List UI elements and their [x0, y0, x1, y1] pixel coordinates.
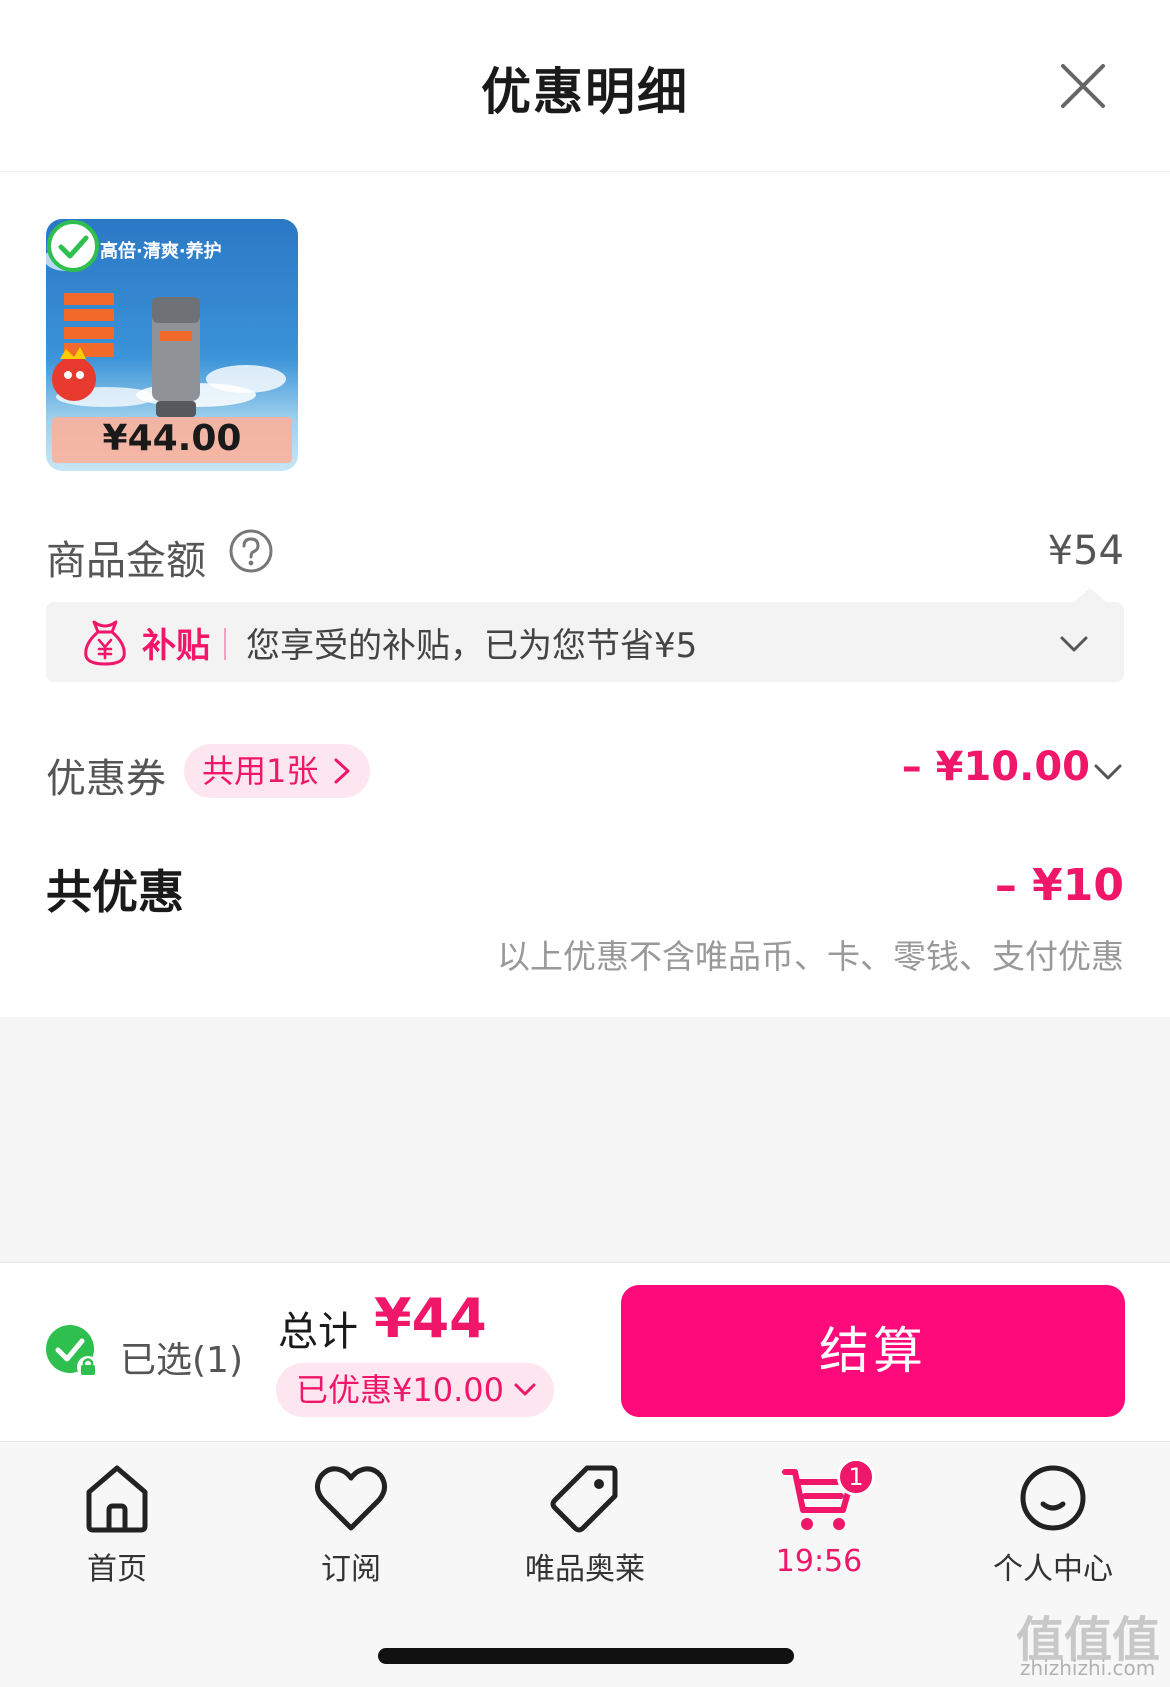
goods-amount-row: 商品金额 ¥54	[46, 524, 1124, 584]
subsidy-notch	[1074, 588, 1106, 602]
product-thumbnail[interactable]: 高倍·清爽·养护 ¥44.00	[46, 219, 298, 471]
goods-amount-value: ¥54	[1047, 528, 1124, 574]
chevron-down-icon[interactable]	[1092, 756, 1124, 788]
total-discount-value: – ¥10	[994, 860, 1124, 911]
tab-subscribe[interactable]: 订阅	[261, 1460, 441, 1590]
coupon-count-text: 共用1张	[202, 752, 319, 790]
tab-label: 首页	[87, 1552, 147, 1587]
empty-area	[0, 1017, 1170, 1262]
money-bag-icon	[84, 620, 126, 666]
subsidy-panel[interactable]: 补贴 您享受的补贴，已为您节省¥5	[46, 588, 1124, 682]
selected-count: 已选(1)	[120, 1340, 243, 1381]
close-icon[interactable]	[1055, 58, 1111, 114]
cart-badge: 1	[837, 1458, 875, 1496]
tab-outlet[interactable]: 唯品奥莱	[495, 1460, 675, 1590]
sheet-header: 优惠明细	[0, 0, 1170, 172]
discount-note: 以上优惠不含唯品币、卡、零钱、支付优惠	[497, 937, 1124, 976]
selected-lock-icon[interactable]	[44, 1323, 100, 1379]
coupon-row[interactable]: 优惠券 共用1张 – ¥10.00	[46, 742, 1124, 802]
saved-amount-pill[interactable]: 已优惠¥10.00	[276, 1363, 554, 1417]
home-icon	[86, 1465, 148, 1533]
page-title: 优惠明细	[481, 63, 689, 121]
check-circle-icon[interactable]	[46, 219, 100, 273]
product-price: ¥44.00	[102, 418, 242, 459]
coupon-value: – ¥10.00	[901, 744, 1090, 790]
smile-icon	[1020, 1465, 1086, 1531]
total-label: 总计	[278, 1309, 358, 1355]
saved-amount-text: 已优惠¥10.00	[296, 1371, 504, 1409]
coupon-count-pill[interactable]: 共用1张	[184, 744, 371, 798]
tab-label: 订阅	[321, 1552, 381, 1587]
home-indicator	[378, 1648, 794, 1664]
tab-profile[interactable]: 个人中心	[963, 1460, 1143, 1590]
chevron-down-icon	[514, 1383, 536, 1396]
discount-detail-sheet: 优惠明细 高倍·清爽·养护 ¥44.00 商品金额 ¥54 补贴 您享受的补贴，…	[0, 0, 1170, 1687]
goods-amount-label: 商品金额	[46, 538, 206, 584]
total-discount-row: 共优惠 – ¥10 以上优惠不含唯品币、卡、零钱、支付优惠	[46, 856, 1124, 976]
tab-label: 19:56	[775, 1544, 863, 1579]
question-icon[interactable]	[228, 528, 274, 574]
subsidy-text: 您享受的补贴，已为您节省¥5	[246, 626, 698, 666]
chevron-down-icon[interactable]	[1056, 626, 1092, 662]
checkout-bar: 已选(1) 总计 ¥44 已优惠¥10.00 结算	[0, 1262, 1170, 1442]
tab-cart[interactable]: 1 19:56	[729, 1458, 909, 1590]
tab-home[interactable]: 首页	[27, 1460, 207, 1590]
checkout-button[interactable]: 结算	[621, 1285, 1125, 1417]
tab-label: 个人中心	[993, 1552, 1113, 1587]
total-discount-label: 共优惠	[46, 865, 184, 919]
subsidy-tag: 补贴	[142, 626, 210, 666]
total-value: ¥44	[374, 1287, 487, 1350]
coupon-label: 优惠券	[46, 756, 166, 802]
subsidy-divider	[224, 628, 226, 660]
tab-label: 唯品奥莱	[525, 1552, 645, 1587]
heart-icon	[315, 1466, 387, 1531]
product-headline: 高倍·清爽·养护	[100, 241, 222, 262]
watermark-url: zhizhizhi.com	[1020, 1656, 1156, 1680]
tag-icon	[550, 1465, 618, 1533]
chevron-right-icon	[334, 758, 350, 784]
